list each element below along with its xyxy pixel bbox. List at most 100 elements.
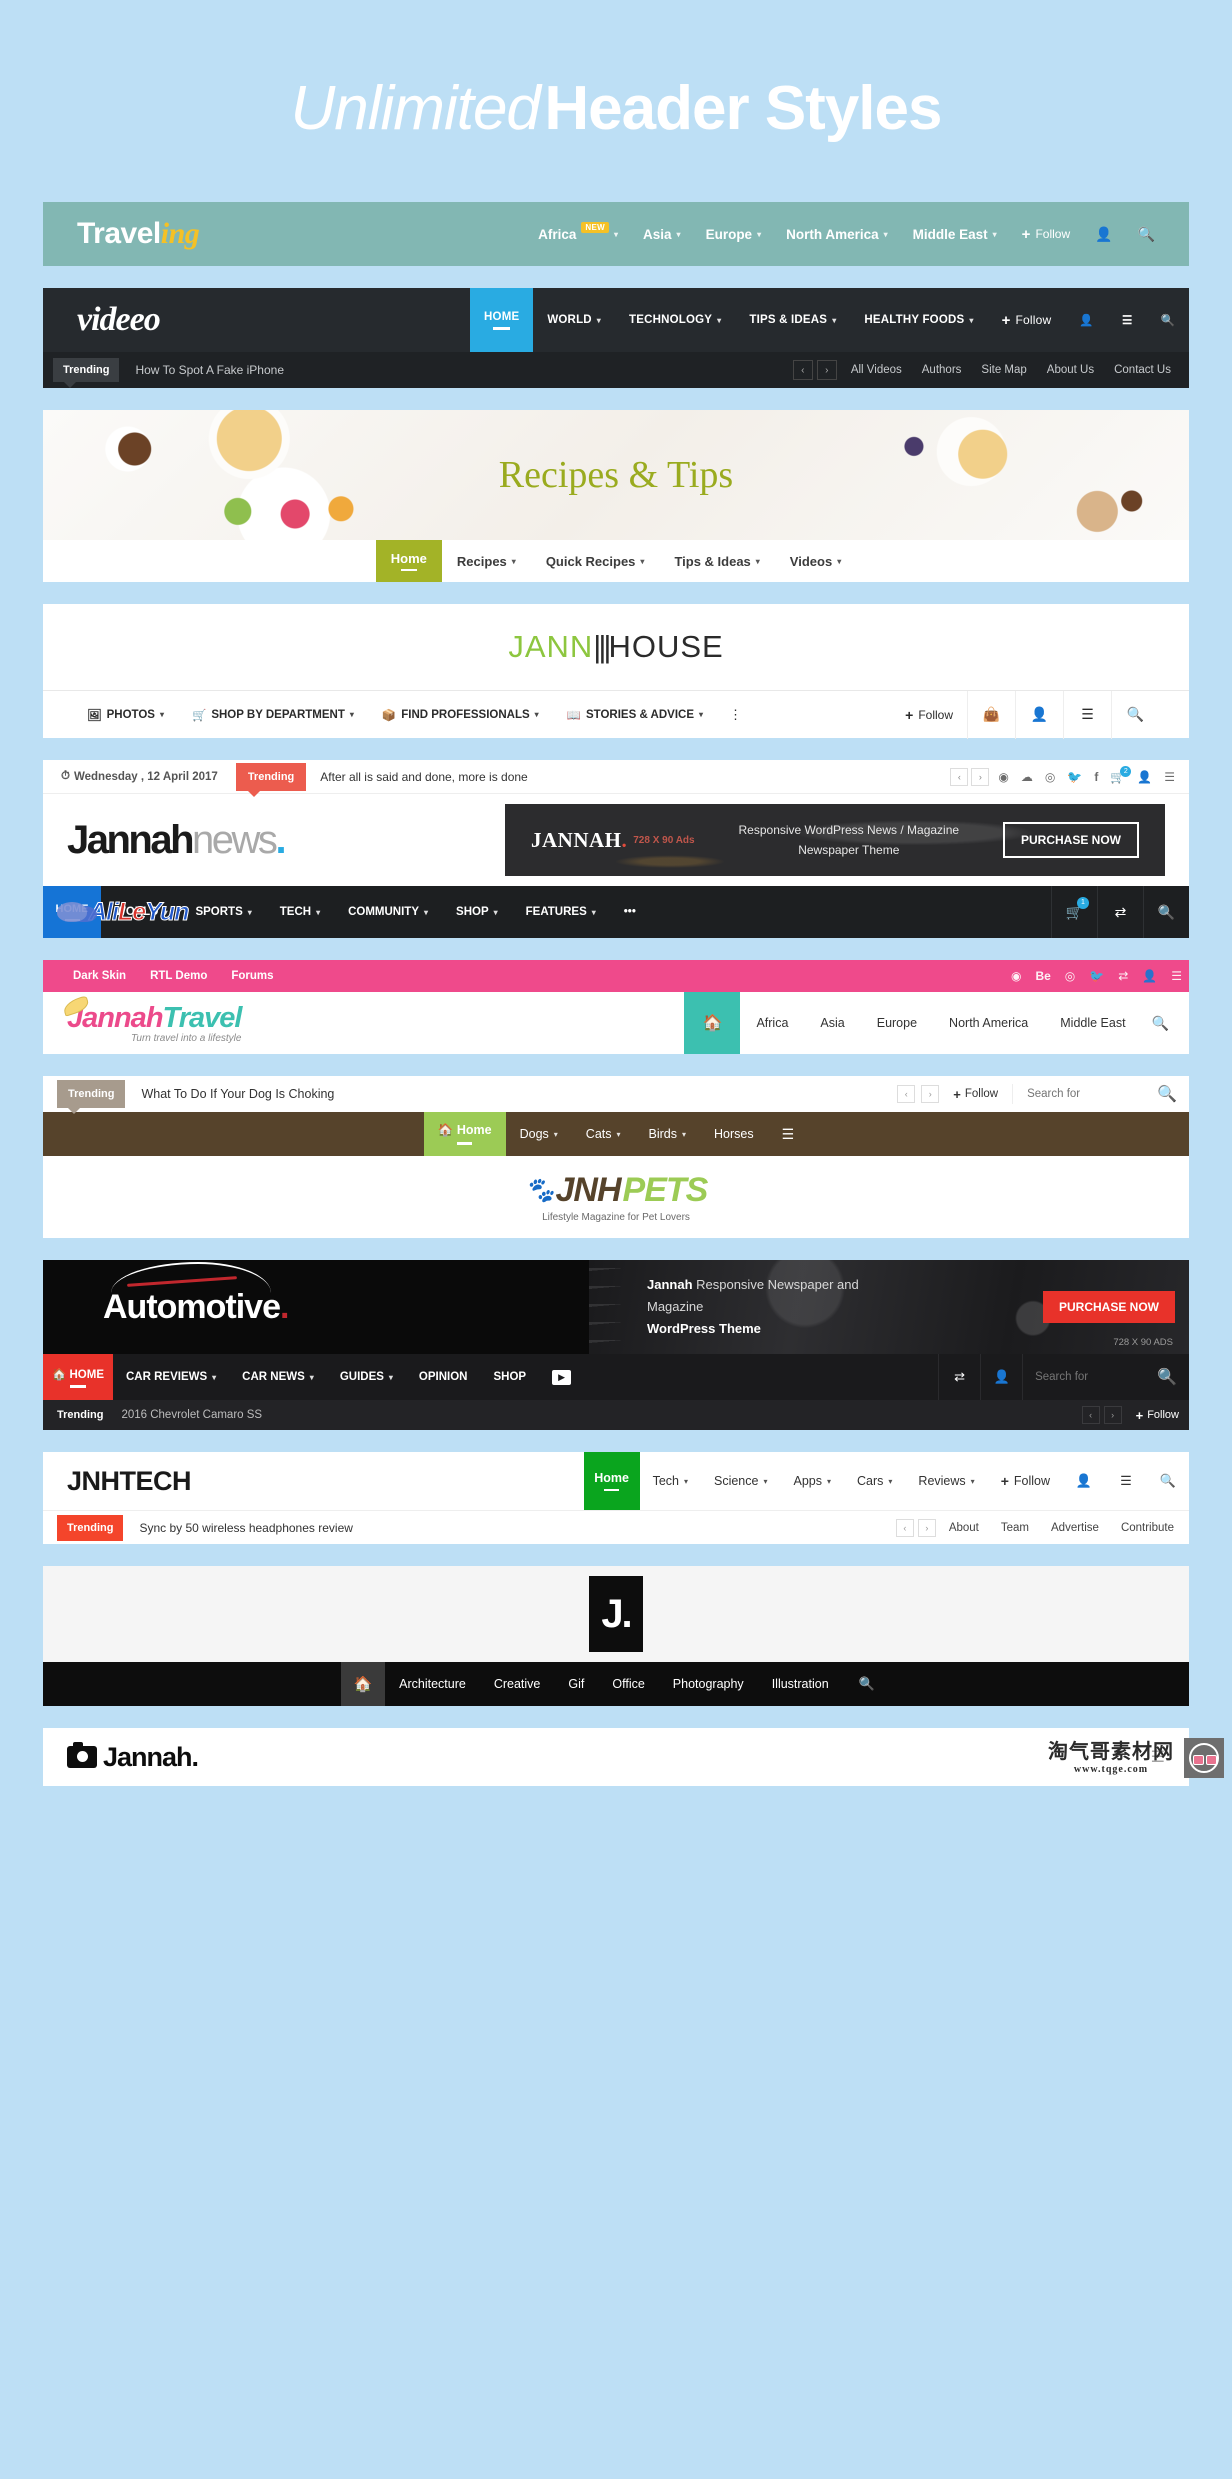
nav-item-technology[interactable]: TECHNOLOGY ▾ [615, 288, 735, 352]
nav-item-africa[interactable]: Africa [740, 992, 804, 1054]
nav-item-home[interactable]: HOME [43, 886, 101, 938]
menu-icon[interactable]: ☰ [1164, 969, 1189, 983]
random-icon[interactable]: ⇄ [1111, 969, 1135, 983]
nav-item-world[interactable]: WORLD ▾ [533, 288, 615, 352]
nav-item-gif[interactable]: Gif [554, 1662, 598, 1706]
next-button[interactable]: › [917, 1518, 936, 1537]
nav-item-europe[interactable]: Europe ▾ [706, 227, 762, 242]
jnh-pets-logo[interactable]: 🐾 JNH PETS [525, 1171, 709, 1210]
nav-item-photography[interactable]: Photography [659, 1662, 758, 1706]
trending-text[interactable]: How To Spot A Fake iPhone [135, 363, 284, 377]
link-contribute[interactable]: Contribute [1112, 1522, 1183, 1534]
bag-icon[interactable]: 👜 [967, 690, 1015, 739]
jnhtech-logo[interactable]: JNHTECH [67, 1466, 192, 1497]
user-icon[interactable]: 👤 [980, 1354, 1022, 1400]
nav-item-quick-recipes[interactable]: Quick Recipes ▾ [531, 540, 660, 582]
trending-text[interactable]: Sync by 50 wireless headphones review [139, 1521, 352, 1535]
nav-item-community[interactable]: COMMUNITY ▾ [334, 886, 442, 938]
next-button[interactable]: › [971, 767, 990, 786]
purchase-now-button[interactable]: PURCHASE NOW [1002, 822, 1139, 858]
nav-item-tech[interactable]: Tech ▾ [640, 1452, 701, 1510]
link-advertise[interactable]: Advertise [1042, 1522, 1108, 1534]
camera-jannah-logo[interactable]: Jannah. [67, 1742, 199, 1773]
nav-item-birds[interactable]: Birds ▾ [635, 1112, 701, 1156]
behance-icon[interactable]: Be [1028, 969, 1057, 983]
nav-item-recipes[interactable]: Recipes ▾ [442, 540, 531, 582]
nav-item-tech[interactable]: TECH ▾ [266, 886, 334, 938]
jannah-house-logo[interactable]: JANN|||HOUSE [508, 629, 723, 665]
nav-item-home[interactable]: 🏠 Home [423, 1112, 506, 1156]
nav-item-guides[interactable]: GUIDES ▾ [327, 1354, 406, 1400]
top-link-dark-skin[interactable]: Dark Skin [61, 970, 138, 982]
prev-button[interactable]: ‹ [792, 360, 813, 380]
nav-item-cats[interactable]: Cats ▾ [572, 1112, 635, 1156]
advertisement-banner[interactable]: JANNAH. 728 X 90 Ads Responsive WordPres… [505, 804, 1165, 876]
search-icon[interactable]: 🔍 [1142, 992, 1189, 1054]
follow-button[interactable]: + Follow [1022, 226, 1070, 243]
search-icon[interactable]: 🔍 [1146, 288, 1189, 352]
next-button[interactable]: › [1103, 1406, 1122, 1424]
search-icon[interactable]: 🔍 [1157, 1084, 1177, 1104]
link-team[interactable]: Team [992, 1522, 1038, 1534]
cart-icon[interactable]: 🛒 2 [1104, 765, 1132, 784]
nav-item-photos[interactable]: 🖼 PHOTOS ▾ [73, 708, 178, 722]
nav-item-north-america[interactable]: North America ▾ [786, 227, 888, 242]
nav-item-tips-ideas[interactable]: Tips & Ideas ▾ [659, 540, 774, 582]
search-icon[interactable]: 🔍 [1157, 1367, 1177, 1387]
prev-button[interactable]: ‹ [950, 767, 969, 786]
search-input[interactable] [1035, 1371, 1116, 1383]
top-link-forums[interactable]: Forums [219, 970, 285, 982]
nav-item-illustration[interactable]: Illustration [758, 1662, 843, 1706]
next-button[interactable]: › [921, 1085, 940, 1103]
nav-item-home[interactable]: HOME [470, 288, 534, 352]
nav-item-architecture[interactable]: Architecture [385, 1662, 480, 1706]
sub-link-site-map[interactable]: Site Map [971, 364, 1036, 376]
nav-item-dogs[interactable]: Dogs ▾ [506, 1112, 572, 1156]
twitter-icon[interactable]: 🐦 [1082, 969, 1111, 983]
search-icon[interactable]: 🔍 [1143, 886, 1189, 938]
menu-icon[interactable]: ☰ [768, 1112, 809, 1156]
dribbble-icon[interactable]: ◎ [1058, 969, 1082, 983]
nav-item-middle-east[interactable]: Middle East [1044, 992, 1141, 1054]
next-button[interactable]: › [816, 360, 837, 380]
nav-item-cars[interactable]: Cars ▾ [844, 1452, 905, 1510]
nav-item-find-professionals[interactable]: 📦 FIND PROFESSIONALS ▾ [368, 708, 553, 722]
nav-item-car-news[interactable]: CAR NEWS ▾ [229, 1354, 327, 1400]
nav-item-more[interactable]: ••• [610, 886, 650, 938]
more-options-icon[interactable]: ⋮ [717, 707, 755, 723]
nav-item-sports[interactable]: SPORTS ▾ [181, 886, 265, 938]
user-icon[interactable]: 👤 [1015, 690, 1063, 739]
nav-item-north-america[interactable]: North America [933, 992, 1044, 1054]
home-icon[interactable]: 🏠 [684, 992, 741, 1054]
nav-item-shop[interactable]: SHOP ▾ [442, 886, 512, 938]
trending-text[interactable]: After all is said and done, more is done [320, 770, 527, 784]
nav-item-apps[interactable]: Apps ▾ [780, 1452, 844, 1510]
nav-item-creative[interactable]: Creative [480, 1662, 555, 1706]
automotive-logo[interactable]: Automotive. [103, 1261, 290, 1327]
jannah-travel-logo[interactable]: JannahTravel Turn travel into a lifestyl… [61, 995, 242, 1044]
twitter-icon[interactable]: 🐦 [1061, 770, 1088, 784]
nav-item-africa[interactable]: Africa NEW ▾ [538, 221, 618, 242]
menu-icon[interactable]: ☰ [1105, 1452, 1147, 1510]
facebook-icon[interactable]: f [1088, 770, 1104, 784]
follow-button[interactable]: + Follow [891, 707, 967, 723]
nav-item-reviews[interactable]: Reviews ▾ [905, 1452, 987, 1510]
nav-item-videos[interactable]: Videos ▾ [775, 540, 856, 582]
nav-item-science[interactable]: Science ▾ [701, 1452, 781, 1510]
user-icon[interactable]: 👤 [1065, 288, 1108, 352]
sub-link-authors[interactable]: Authors [912, 364, 972, 376]
user-icon[interactable]: 👤 [1063, 1452, 1105, 1510]
search-icon[interactable]: 🔍 [1147, 1452, 1189, 1510]
nav-item-features[interactable]: FEATURES ▾ [512, 886, 610, 938]
follow-button[interactable]: + Follow [953, 1087, 998, 1102]
soundcloud-icon[interactable]: ☁ [1015, 770, 1039, 784]
nav-item-stories-advice[interactable]: 📖 STORIES & ADVICE ▾ [553, 708, 717, 722]
nav-item-horses[interactable]: Horses [700, 1112, 768, 1156]
nav-item-asia[interactable]: Asia ▾ [643, 227, 681, 242]
j-block-logo[interactable]: J. [589, 1576, 643, 1652]
trending-text[interactable]: What To Do If Your Dog Is Choking [141, 1087, 334, 1101]
nav-item-home[interactable]: 🏠 HOME [43, 1354, 113, 1400]
nav-item-car-reviews[interactable]: CAR REVIEWS ▾ [113, 1354, 229, 1400]
trending-text[interactable]: 2016 Chevrolet Camaro SS [121, 1409, 262, 1421]
instagram-icon[interactable]: ◉ [992, 770, 1014, 784]
